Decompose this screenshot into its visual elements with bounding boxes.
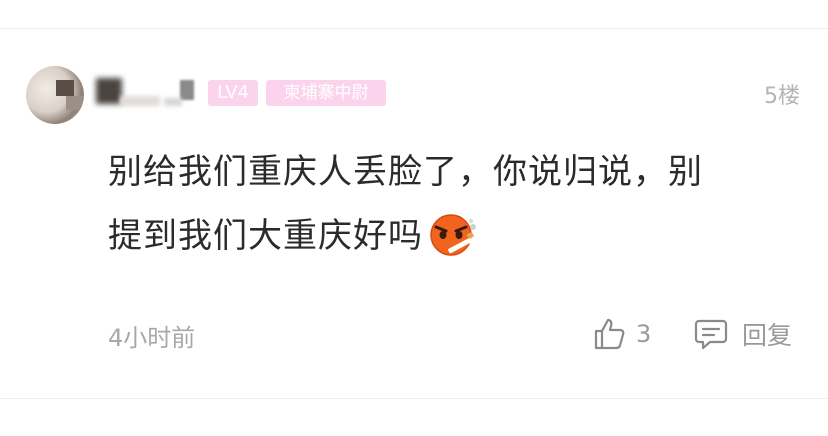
reply-button[interactable]: 回复 [694,316,792,352]
avatar-mosaic [56,80,74,96]
level-badge: LV4 [208,80,258,106]
like-button[interactable]: 3 [592,316,651,352]
comment-line: 别给我们重庆人丢脸了，你说归说，别 [108,152,703,192]
comment-line-2: 提到我们大重庆好吗 [108,204,788,268]
comment-bubble-icon [694,317,728,351]
comment-time: 4小时前 [108,324,196,352]
bottom-divider [0,398,828,399]
like-count: 3 [636,320,652,348]
avatar-mosaic [66,96,82,110]
smoking-angry-face-emoji-icon [427,209,477,259]
thumbs-up-icon [592,317,626,351]
avatar[interactable] [26,66,84,124]
reply-label: 回复 [742,321,793,350]
top-divider [0,28,828,29]
username-redacted[interactable] [96,78,204,108]
comment-line: 提到我们大重庆好吗 [108,216,423,256]
floor-number: 5楼 [764,84,800,109]
comment-content: 别给我们重庆人丢脸了，你说归说，别 提到我们大重庆好吗 [108,140,788,268]
title-badge: 柬埔寨中尉 [266,80,386,106]
